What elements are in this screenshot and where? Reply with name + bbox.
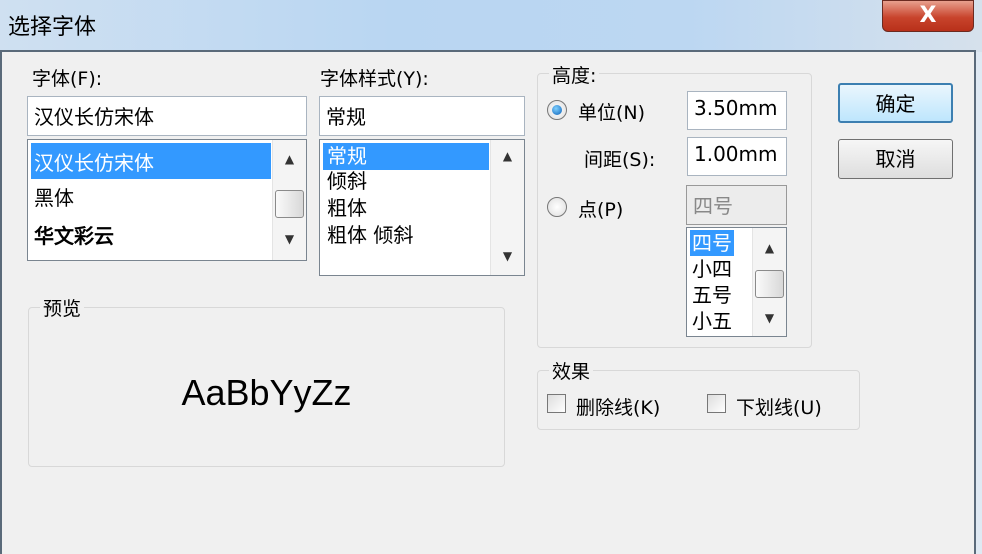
title-bar: 选择字体 X: [0, 0, 982, 52]
list-item[interactable]: 华文彩云: [34, 220, 114, 249]
style-list[interactable]: 常规 倾斜 粗体 粗体 倾斜 ▲ ▼: [319, 139, 525, 276]
scrollbar[interactable]: ▲ ▼: [272, 140, 306, 260]
list-item[interactable]: 四号: [690, 230, 734, 256]
list-item[interactable]: 小四: [692, 256, 732, 282]
point-list[interactable]: 四号 小四 五号 小五 ▲ ▼: [686, 227, 787, 337]
list-item[interactable]: 粗体: [327, 195, 367, 222]
spacing-label: 间距(S):: [584, 149, 656, 171]
unit-input[interactable]: 3.50mm: [687, 91, 787, 130]
style-label: 字体样式(Y):: [320, 68, 429, 90]
list-item[interactable]: 黑体: [34, 182, 74, 211]
unit-label[interactable]: 单位(N): [578, 98, 645, 125]
list-item[interactable]: 小五: [692, 308, 732, 334]
scroll-down-icon[interactable]: ▼: [491, 246, 524, 266]
list-item[interactable]: 汉仪长仿宋体: [31, 143, 271, 179]
scroll-thumb[interactable]: [755, 270, 784, 298]
scroll-down-icon[interactable]: ▼: [753, 308, 786, 328]
preview-legend: 预览: [40, 294, 85, 321]
cancel-button[interactable]: 取消: [838, 139, 953, 179]
font-label: 字体(F):: [32, 68, 103, 90]
height-legend: 高度:: [549, 61, 600, 88]
spacing-input[interactable]: 1.00mm: [687, 137, 787, 176]
close-button[interactable]: X: [882, 0, 974, 32]
scroll-thumb[interactable]: [275, 190, 304, 218]
preview-sample: AaBbYyZz: [181, 372, 352, 413]
strikethrough-checkbox[interactable]: [547, 394, 566, 413]
list-item[interactable]: 五号: [692, 282, 732, 308]
scrollbar[interactable]: ▲ ▼: [752, 228, 786, 336]
underline-label[interactable]: 下划线(U): [736, 393, 822, 420]
list-item[interactable]: 倾斜: [327, 168, 367, 195]
list-item[interactable]: 常规: [323, 143, 489, 170]
scroll-up-icon[interactable]: ▲: [753, 238, 786, 258]
strikethrough-label[interactable]: 删除线(K): [576, 393, 660, 420]
font-input[interactable]: 汉仪长仿宋体: [27, 96, 307, 136]
underline-checkbox[interactable]: [707, 394, 726, 413]
scroll-down-icon[interactable]: ▼: [273, 232, 306, 246]
list-item[interactable]: 粗体 倾斜: [327, 222, 413, 249]
scroll-up-icon[interactable]: ▲: [273, 152, 306, 166]
effects-legend: 效果: [549, 357, 594, 384]
unit-radio[interactable]: [547, 100, 567, 120]
scrollbar[interactable]: ▲ ▼: [490, 140, 524, 275]
point-radio[interactable]: [547, 197, 567, 217]
ok-button[interactable]: 确定: [838, 83, 953, 123]
font-list[interactable]: 汉仪长仿宋体 黑体 华文彩云 ▲ ▼: [27, 139, 307, 261]
point-combo[interactable]: 四号: [686, 185, 787, 225]
window-title: 选择字体: [8, 15, 97, 40]
style-input[interactable]: 常规: [319, 96, 525, 136]
scroll-up-icon[interactable]: ▲: [491, 146, 524, 166]
point-label[interactable]: 点(P): [578, 195, 623, 222]
